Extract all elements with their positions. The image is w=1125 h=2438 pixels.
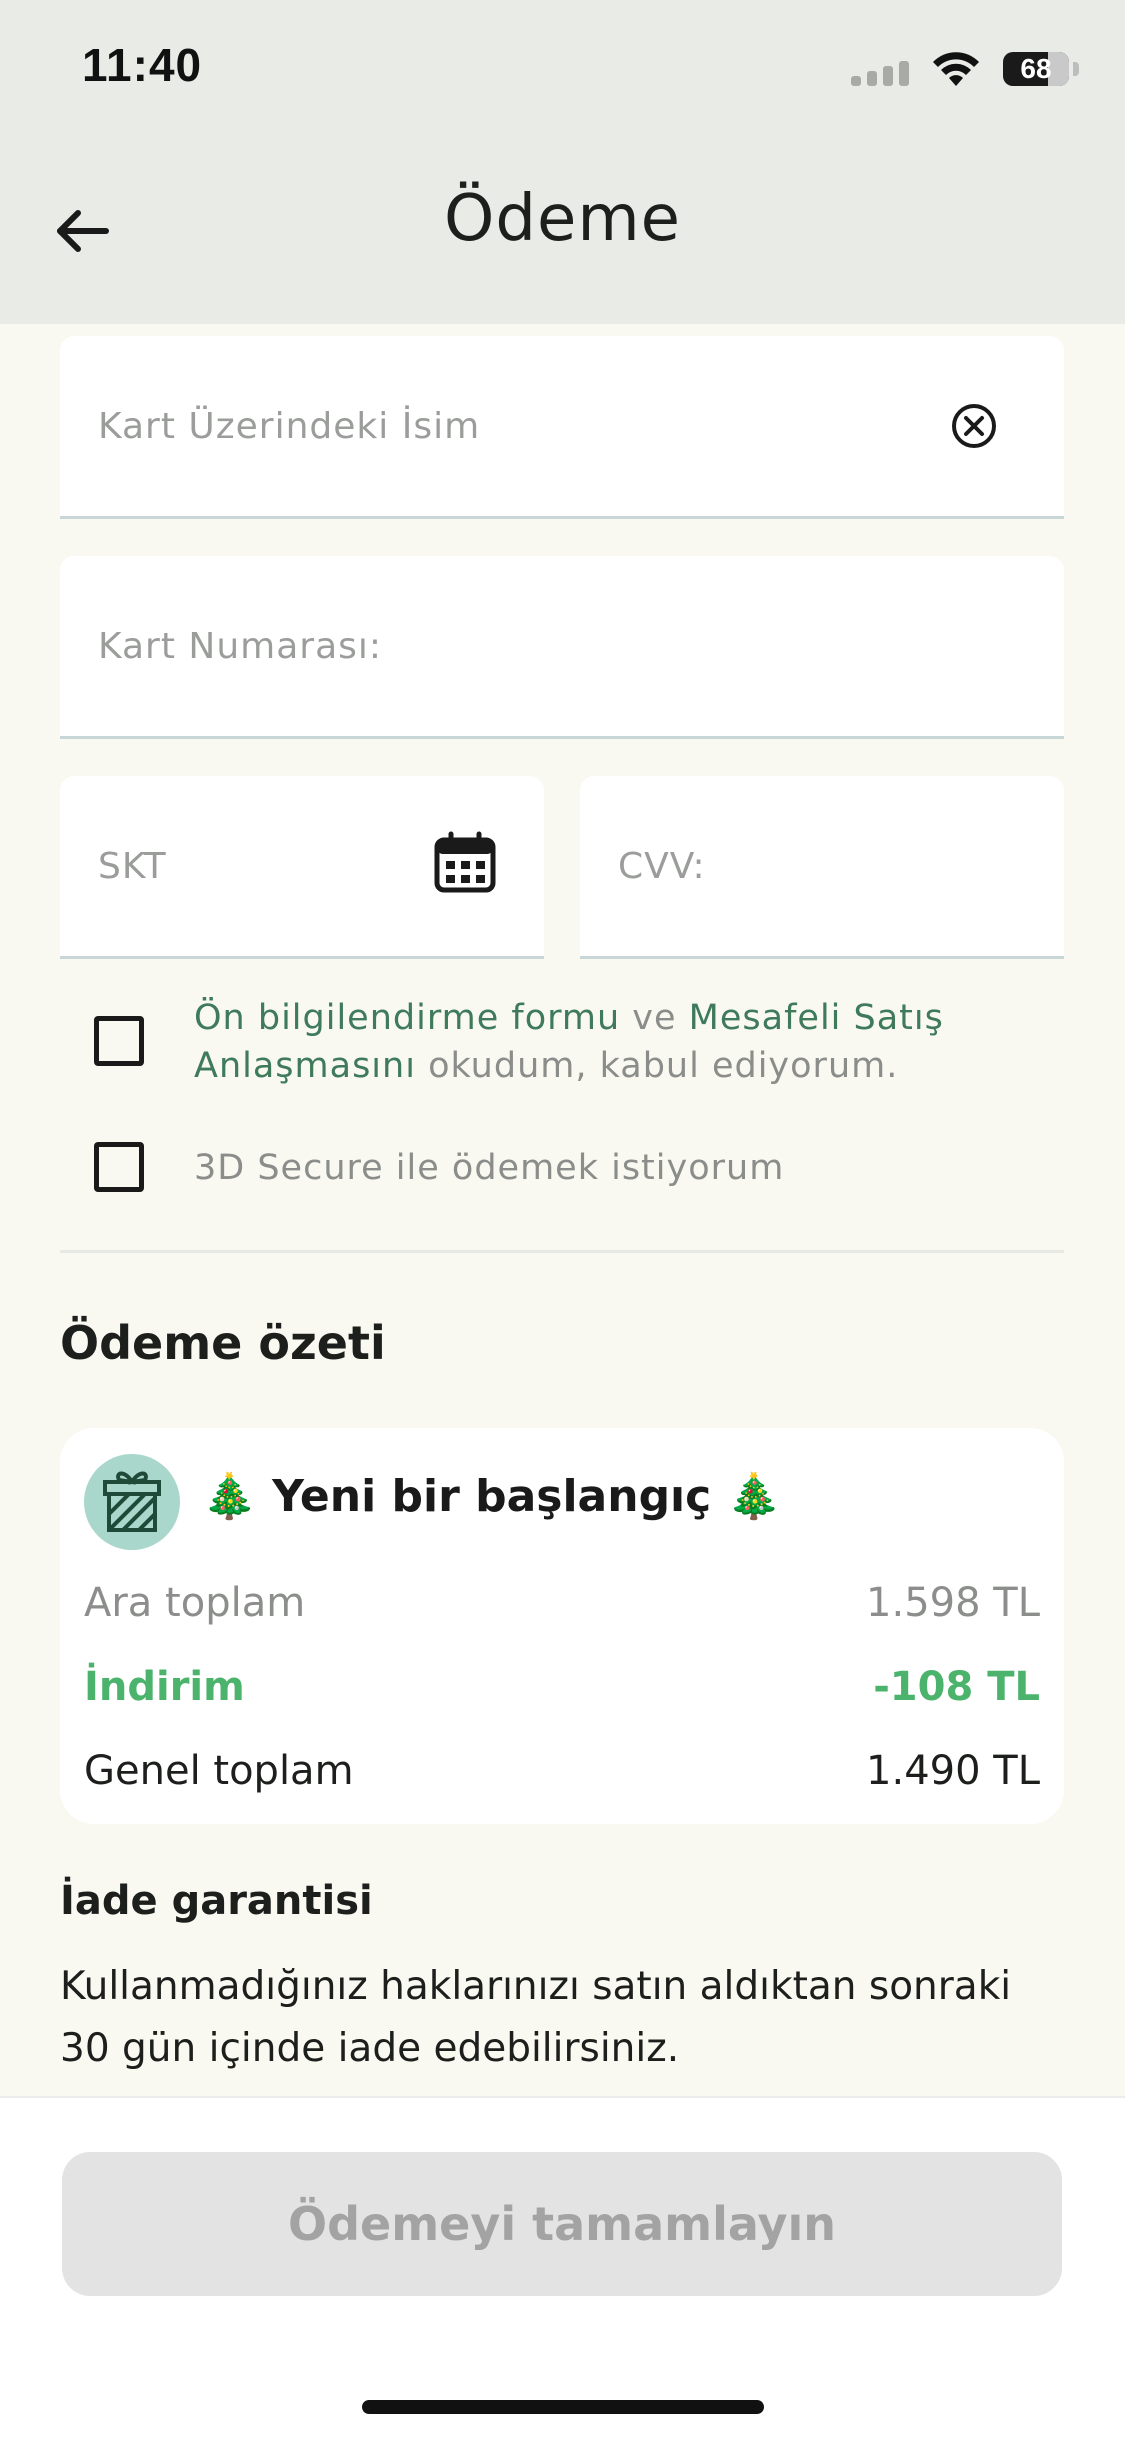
- discount-label: İndirim: [84, 1664, 245, 1710]
- wifi-icon: [933, 52, 979, 86]
- status-icons: 68: [819, 46, 1079, 90]
- discount-value: -108 TL: [873, 1664, 1040, 1710]
- payment-summary-title: Ödeme özeti: [60, 1316, 386, 1370]
- status-bar: 11:40 68: [0, 0, 1125, 132]
- payment-summary-card: 🎄 Yeni bir başlangıç 🎄 Ara toplam 1.598 …: [60, 1428, 1064, 1824]
- 3d-secure-checkbox[interactable]: [94, 1142, 144, 1192]
- complete-payment-button[interactable]: Ödemeyi tamamlayın: [62, 2152, 1062, 2296]
- subtotal-value: 1.598 TL: [866, 1580, 1040, 1626]
- card-number-placeholder: Kart Numarası:: [98, 626, 383, 667]
- preinfo-agreement-checkbox[interactable]: [94, 1016, 144, 1066]
- home-indicator: [362, 2400, 764, 2414]
- preinfo-agreement-text: Ön bilgilendirme formu ve Mesafeli Satış…: [194, 994, 1034, 1090]
- section-divider: [60, 1250, 1064, 1253]
- 3d-secure-text: 3D Secure ile ödemek istiyorum: [194, 1148, 785, 1188]
- battery-icon: 68: [1003, 52, 1069, 86]
- card-name-field[interactable]: Kart Üzerindeki İsim: [60, 336, 1064, 519]
- refund-guarantee-title: İade garantisi: [60, 1878, 373, 1924]
- subtotal-label: Ara toplam: [84, 1580, 306, 1626]
- bottom-action-bar: Ödemeyi tamamlayın: [0, 2096, 1125, 2438]
- card-number-field[interactable]: Kart Numarası:: [60, 556, 1064, 739]
- campaign-name: 🎄 Yeni bir başlangıç 🎄: [202, 1471, 782, 1522]
- agreement-and-text: ve: [620, 998, 689, 1038]
- cvv-placeholder: CVV:: [618, 846, 706, 887]
- gift-badge: [84, 1454, 180, 1550]
- grand-total-label: Genel toplam: [84, 1748, 354, 1794]
- cvv-field[interactable]: CVV:: [580, 776, 1064, 959]
- agreement-accept-text: okudum, kabul ediyorum.: [415, 1046, 899, 1086]
- cellular-signal-icon: [851, 58, 909, 86]
- top-app-bar: Ödeme: [0, 132, 1125, 324]
- page-title: Ödeme: [443, 182, 682, 256]
- battery-tip: [1073, 62, 1079, 76]
- expiry-field[interactable]: SKT: [60, 776, 544, 959]
- gift-icon: [103, 1471, 161, 1532]
- preinfo-form-link[interactable]: Ön bilgilendirme formu: [194, 998, 620, 1038]
- battery-level: 68: [1020, 53, 1052, 84]
- grand-total-value: 1.490 TL: [866, 1748, 1040, 1794]
- clear-circle-icon[interactable]: [950, 402, 998, 450]
- card-name-placeholder: Kart Üzerindeki İsim: [98, 406, 481, 447]
- refund-guarantee-text: Kullanmadığınız haklarınızı satın aldıkt…: [60, 1964, 1012, 2071]
- status-time: 11:40: [82, 39, 203, 91]
- calendar-icon[interactable]: [432, 830, 498, 896]
- expiry-placeholder: SKT: [98, 846, 167, 887]
